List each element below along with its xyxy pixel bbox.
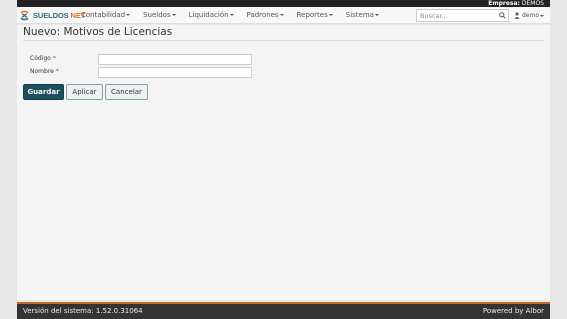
brand[interactable]: SUELDOS NET [19, 9, 85, 22]
menu-reportes-label: Reportes [296, 11, 328, 19]
apply-button[interactable]: Aplicar [66, 84, 103, 100]
menu-contabilidad[interactable]: Contabilidad [81, 7, 131, 24]
menu-sistema-label: Sistema [345, 11, 374, 19]
codigo-field[interactable] [98, 54, 252, 65]
codigo-label: Código * [30, 55, 56, 62]
title-divider [23, 40, 544, 41]
save-button[interactable]: Guardar [23, 84, 64, 100]
user-menu[interactable]: demo [514, 7, 545, 24]
menu-sueldos-label: Sueldos [143, 11, 171, 19]
cancel-button[interactable]: Cancelar [105, 84, 148, 100]
chevron-down-icon [540, 14, 545, 17]
chevron-down-icon [328, 14, 333, 16]
menu-sistema[interactable]: Sistema [346, 7, 379, 24]
chevron-down-icon [229, 14, 234, 16]
nombre-label: Nombre * [30, 68, 59, 75]
version-info: Versión del sistema: 1.52.0.31064 [23, 307, 143, 315]
menu-sueldos[interactable]: Sueldos [143, 7, 176, 24]
menu-liquidacion-label: Liquidación [188, 11, 229, 19]
nombre-label-text: Nombre [30, 68, 54, 75]
search-icon [499, 12, 506, 19]
user-name: demo [522, 12, 540, 19]
footer: Versión del sistema: 1.52.0.31064 Powere… [17, 302, 550, 319]
company-name: DEMOS [521, 0, 544, 7]
page-title: Nuevo: Motivos de Licencias [23, 26, 173, 38]
menu-contabilidad-label: Contabilidad [81, 11, 126, 19]
codigo-label-text: Código [30, 55, 51, 62]
menu-padrones[interactable]: Padrones [247, 7, 284, 24]
chevron-down-icon [279, 14, 284, 16]
menu-reportes[interactable]: Reportes [297, 7, 333, 24]
required-mark: * [52, 55, 56, 62]
nombre-field[interactable] [98, 67, 252, 78]
company-indicator: Empresa: DEMOS [488, 0, 544, 7]
brand-logo-icon [20, 10, 29, 21]
company-label: Empresa: [488, 0, 520, 7]
main-content: Nuevo: Motivos de Licencias Código * Nomb… [17, 25, 550, 300]
top-info-bar: Empresa: DEMOS [17, 0, 550, 7]
chevron-down-icon [171, 14, 176, 16]
main-menu: Contabilidad Sueldos Liquidación Padrone… [81, 7, 392, 24]
user-icon [514, 12, 520, 19]
required-mark: * [55, 68, 59, 75]
chevron-down-icon [374, 14, 379, 16]
menu-padrones-label: Padrones [246, 11, 279, 19]
powered-by: Powered by Albor [482, 307, 544, 315]
brand-name: SUELDOS NET [33, 11, 85, 20]
search-button[interactable] [496, 9, 509, 22]
brand-main: SUELDOS [33, 11, 69, 20]
chevron-down-icon [126, 14, 131, 16]
menu-liquidacion[interactable]: Liquidación [189, 7, 234, 24]
main-navbar: SUELDOS NET Contabilidad Sueldos Liquida… [17, 7, 550, 24]
